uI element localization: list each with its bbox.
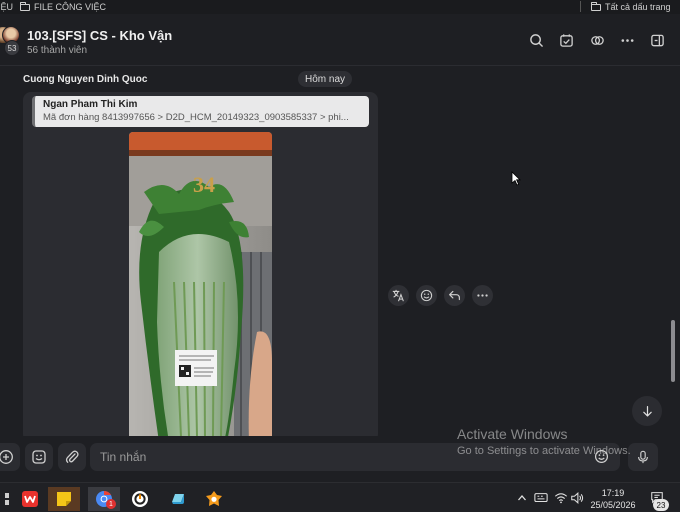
input-method-icon bbox=[534, 493, 548, 503]
taskbar-onedrive[interactable] bbox=[162, 487, 194, 511]
bookmarks-divider bbox=[580, 1, 581, 12]
search-icon bbox=[529, 33, 543, 47]
scroll-to-bottom-button[interactable] bbox=[632, 396, 662, 426]
bookmark-partial[interactable]: IỆU bbox=[0, 0, 13, 14]
scrollbar-thumb[interactable] bbox=[671, 320, 675, 382]
notification-count-badge: 23 bbox=[653, 499, 669, 511]
clock-time: 17:19 bbox=[601, 488, 625, 498]
photo-sign-number: 34 bbox=[193, 172, 215, 197]
sticker-button[interactable] bbox=[25, 443, 53, 471]
avatar-count-badge: 53 bbox=[4, 40, 20, 56]
bookmarks-bar: IỆU FILE CÔNG VIỆC Tất cả dấu trang bbox=[0, 0, 680, 14]
taskbar-beeper[interactable] bbox=[124, 487, 156, 511]
checkbox-calendar-icon bbox=[559, 33, 573, 47]
folder-icon bbox=[20, 1, 30, 11]
bookmark-partial-label: IỆU bbox=[0, 2, 14, 12]
react-button[interactable] bbox=[416, 285, 437, 306]
sidebar-icon bbox=[650, 34, 664, 46]
folder-icon bbox=[591, 1, 601, 11]
clock-date: 25/05/2026 bbox=[590, 500, 636, 510]
mouse-cursor-icon bbox=[511, 171, 521, 186]
bookmark-work-files-label: FILE CÔNG VIỆC bbox=[34, 2, 107, 12]
message-photo[interactable]: 34 bbox=[129, 132, 272, 436]
grafana-icon bbox=[206, 491, 222, 506]
more-icon bbox=[477, 294, 488, 297]
translate-icon bbox=[392, 289, 404, 302]
bookmark-all[interactable]: Tất cả dấu trang bbox=[591, 0, 671, 14]
member-count[interactable]: 56 thành viên bbox=[27, 45, 87, 56]
sticky-notes-icon bbox=[57, 492, 71, 506]
quote-author: Ngan Pham Thi Kim bbox=[43, 99, 138, 110]
more-icon bbox=[621, 38, 633, 42]
bookmark-work-files[interactable]: FILE CÔNG VIỆC bbox=[20, 0, 106, 14]
message-input[interactable] bbox=[90, 443, 620, 471]
sender-name[interactable]: Cuong Nguyen Dinh Quoc bbox=[23, 74, 147, 85]
more-button[interactable] bbox=[618, 31, 636, 49]
add-button[interactable] bbox=[0, 443, 20, 471]
paperclip-icon bbox=[65, 450, 79, 463]
volume-button[interactable] bbox=[569, 490, 585, 506]
chrome-badge: 1 bbox=[106, 499, 116, 509]
plus-circle-icon bbox=[0, 450, 13, 464]
message-bubble[interactable]: Ngan Pham Thi Kim Mã đơn hàng 8413997656… bbox=[23, 92, 378, 436]
reply-button[interactable] bbox=[444, 285, 465, 306]
voice-message-button[interactable] bbox=[628, 443, 658, 471]
vegetable-photo: 34 bbox=[129, 132, 272, 436]
taskbar-wps[interactable] bbox=[14, 487, 46, 511]
message-list[interactable]: Cuong Nguyen Dinh Quoc Hôm nay Ngan Pham… bbox=[0, 66, 680, 436]
chat-title[interactable]: 103.[SFS] CS - Kho Vận bbox=[27, 28, 172, 43]
taskbar-grafana[interactable] bbox=[198, 487, 230, 511]
translate-button[interactable] bbox=[388, 285, 409, 306]
toggle-sidebar-button[interactable] bbox=[648, 31, 666, 49]
message-input-box[interactable] bbox=[90, 443, 620, 471]
date-badge: Hôm nay bbox=[298, 71, 353, 87]
onedrive-icon bbox=[172, 494, 184, 504]
link-button[interactable] bbox=[588, 31, 606, 49]
sticker-icon bbox=[32, 450, 46, 464]
volume-icon bbox=[571, 492, 584, 504]
taskbar-chrome[interactable]: 1 bbox=[88, 487, 120, 511]
wps-icon bbox=[22, 491, 38, 507]
chevron-up-icon bbox=[518, 495, 526, 501]
message-more-button[interactable] bbox=[472, 285, 493, 306]
taskbar-sticky-notes[interactable] bbox=[48, 487, 80, 511]
chat-header: 53 103.[SFS] CS - Kho Vận 56 thành viên bbox=[0, 14, 680, 66]
message-actions bbox=[388, 285, 493, 306]
emoji-icon bbox=[594, 449, 609, 464]
tasks-button[interactable] bbox=[557, 31, 575, 49]
taskbar-clock[interactable]: 17:19 25/05/2026 bbox=[590, 487, 636, 511]
wifi-icon bbox=[554, 493, 568, 504]
link-icon bbox=[590, 35, 604, 45]
beeper-icon bbox=[132, 491, 148, 507]
mic-icon bbox=[638, 450, 648, 464]
emoji-button[interactable] bbox=[594, 449, 609, 467]
input-method-button[interactable] bbox=[533, 490, 549, 506]
group-avatar[interactable]: 53 bbox=[0, 26, 24, 56]
emoji-icon bbox=[420, 289, 433, 302]
arrow-down-icon bbox=[642, 405, 652, 417]
search-button[interactable] bbox=[527, 31, 545, 49]
attach-button[interactable] bbox=[58, 443, 86, 471]
quote-text: Mã đơn hàng 8413997656 > D2D_HCM_2014932… bbox=[43, 112, 349, 123]
composer bbox=[0, 436, 680, 482]
quoted-message[interactable]: Ngan Pham Thi Kim Mã đơn hàng 8413997656… bbox=[32, 96, 369, 127]
bookmark-all-label: Tất cả dấu trang bbox=[605, 2, 671, 12]
wifi-button[interactable] bbox=[553, 490, 569, 506]
tray-overflow-button[interactable] bbox=[515, 490, 529, 506]
reply-icon bbox=[449, 290, 460, 301]
taskbar: 1 17:19 25/05/2026 23 bbox=[0, 482, 680, 512]
